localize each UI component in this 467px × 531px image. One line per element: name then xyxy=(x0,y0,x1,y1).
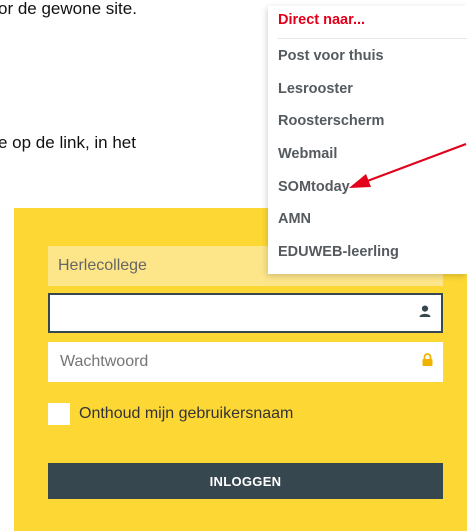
red-arrow-annotation xyxy=(349,142,467,188)
